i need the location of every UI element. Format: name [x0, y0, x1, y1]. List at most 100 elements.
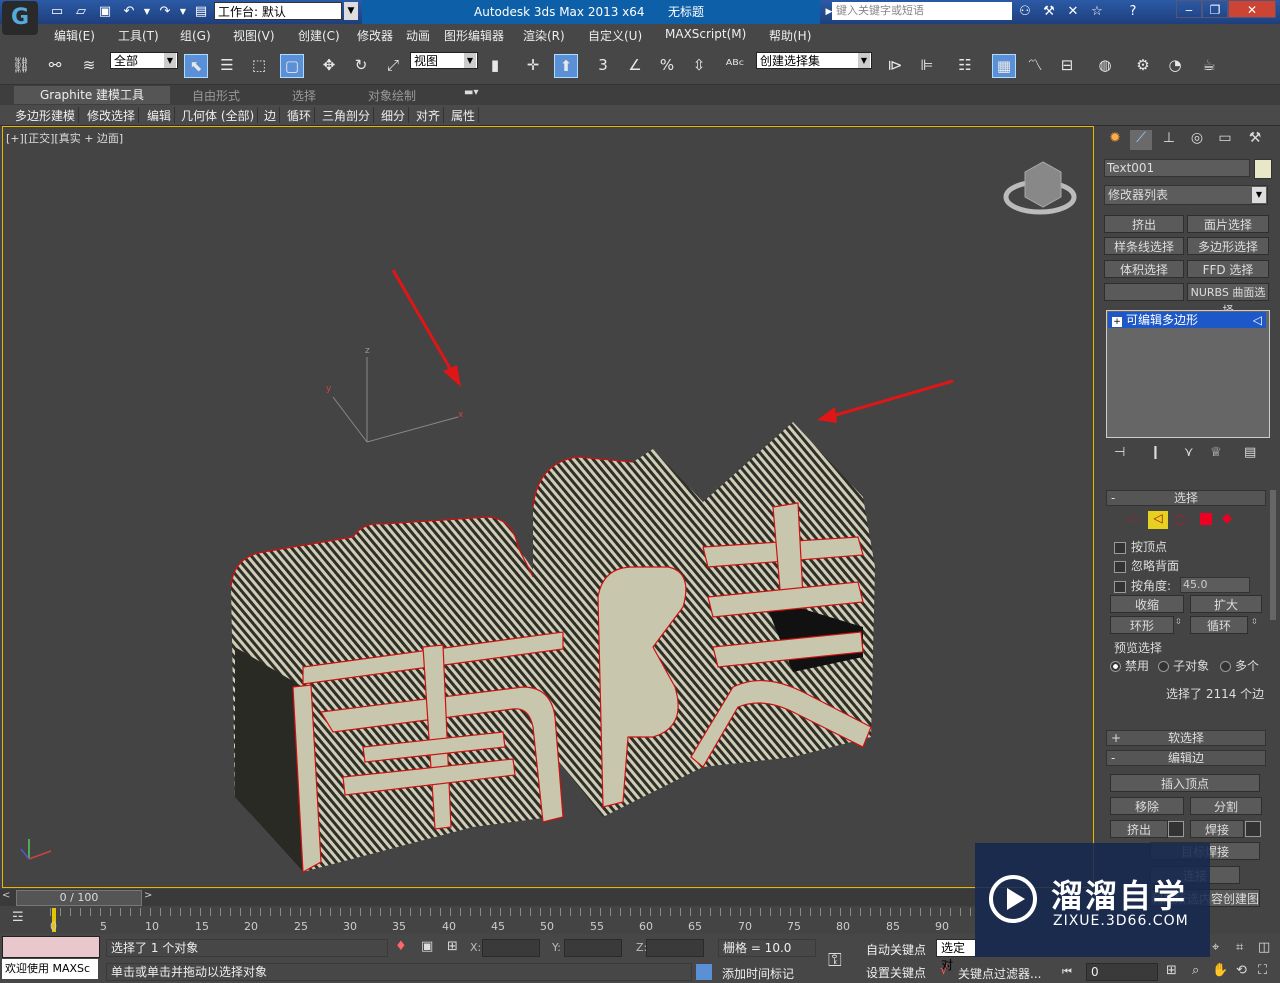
communication-icon[interactable]: ✕ — [1064, 3, 1082, 21]
tab-freeform[interactable]: 自由形式 — [192, 87, 240, 104]
undo-icon[interactable]: ↶ — [120, 3, 138, 21]
prev-frame-icon[interactable]: ⏮ — [1062, 965, 1072, 979]
curve-editor-icon[interactable]: 〽 — [1024, 54, 1046, 76]
set-key-button[interactable]: 设置关键点 — [866, 964, 926, 981]
select-by-name-icon[interactable]: ☰ — [216, 54, 238, 76]
modifier-poly-select-button[interactable]: 多边形选择 — [1187, 237, 1269, 255]
modifier-nurbs-select-button[interactable]: NURBS 曲面选择 — [1187, 283, 1269, 317]
bind-spacewarp-icon[interactable]: ≋ — [78, 54, 100, 76]
show-end-result-icon[interactable]: ❙ — [1150, 445, 1161, 460]
by-vertex-checkbox[interactable]: 按顶点 — [1114, 538, 1167, 555]
split-button[interactable]: 分割 — [1190, 797, 1262, 815]
rendered-frame-icon[interactable]: ◔ — [1164, 54, 1186, 76]
edit-named-sets-icon[interactable]: ᴬᴮᶜ — [724, 54, 746, 76]
redo-icon[interactable]: ↷ — [156, 3, 174, 21]
grow-button[interactable]: 扩大 — [1190, 595, 1262, 613]
hierarchy-tab-icon[interactable]: ⊥ — [1158, 130, 1180, 150]
time-slider[interactable]: < 0 / 100 > — [0, 889, 975, 906]
configure-sets-icon[interactable]: ▤ — [1244, 445, 1256, 460]
search-input[interactable]: 键入关键字或短语 — [832, 2, 1012, 20]
isolate-bulb-icon[interactable]: ♦ — [395, 939, 407, 954]
create-tab-icon[interactable]: ✹ — [1104, 130, 1126, 150]
subscription-icon[interactable]: ⚒ — [1040, 3, 1058, 21]
spinner-snap-icon[interactable]: ⇳ — [688, 54, 710, 76]
ribbon-options-icon[interactable]: ▬▾ — [464, 87, 478, 98]
selection-lock-icon[interactable]: ▣ — [421, 939, 433, 954]
orbit-icon[interactable]: ⟲ — [1236, 963, 1247, 978]
key-mode-select[interactable]: 选定对 — [936, 939, 976, 972]
close-button[interactable]: ✕ — [1228, 0, 1276, 18]
menu-customize[interactable]: 自定义(U) — [588, 27, 642, 44]
link-icon[interactable]: ⛓ — [10, 54, 32, 76]
display-tab-icon[interactable]: ▭ — [1214, 130, 1236, 150]
favorites-star-icon[interactable]: ☆ — [1088, 3, 1106, 21]
selection-rollout-header[interactable]: - 选择 — [1106, 490, 1266, 506]
loop-spinner-icon[interactable]: ⇳ — [1251, 617, 1258, 626]
add-time-tag-text[interactable]: 添加时间标记 — [722, 965, 794, 982]
menu-modifiers[interactable]: 修改器 — [357, 27, 393, 44]
viewcube-icon[interactable] — [1003, 161, 1077, 215]
time-tag-icon[interactable] — [696, 964, 712, 980]
element-mode-icon[interactable]: ◆ — [1222, 511, 1232, 526]
modifier-spline-select-button[interactable]: 样条线选择 — [1104, 237, 1184, 255]
angle-value-input[interactable]: 45.0 — [1180, 577, 1250, 593]
zoom-all-icon[interactable]: ⌗ — [1236, 940, 1243, 955]
border-mode-icon[interactable]: ◌ — [1174, 512, 1185, 527]
panel-scrollbar[interactable] — [1270, 490, 1276, 620]
absolute-mode-icon[interactable]: ⊞ — [447, 939, 458, 954]
menu-edit[interactable]: 编辑(E) — [54, 27, 95, 44]
selection-filter-select[interactable]: 全部 ▼ — [110, 52, 178, 69]
insert-vertex-button[interactable]: 插入顶点 — [1110, 774, 1260, 792]
soft-selection-rollout-header[interactable]: + 软选择 — [1106, 730, 1266, 746]
viewport-pov-label[interactable]: [正交] — [24, 132, 55, 145]
scale-icon[interactable]: ⤢ — [382, 54, 404, 76]
auto-key-button[interactable]: 自动关键点 — [866, 941, 926, 958]
help-icon[interactable]: ? — [1124, 3, 1142, 21]
project-folder-icon[interactable]: ▤ — [192, 3, 210, 21]
zoom-icon[interactable]: ⌕ — [1192, 963, 1199, 978]
open-file-icon[interactable]: ▱ — [72, 3, 90, 21]
viewport-shading-label[interactable]: [真实 + 边面] — [54, 132, 123, 145]
menu-animation[interactable]: 动画 — [406, 27, 430, 44]
preview-subobject-radio[interactable]: 子对象 — [1158, 657, 1209, 674]
tab-graphite-modeling[interactable]: Graphite 建模工具 — [14, 86, 170, 104]
ring-button[interactable]: 环形 — [1110, 616, 1174, 634]
modifier-ffd-select-button[interactable]: FFD 选择 — [1187, 260, 1269, 278]
by-angle-checkbox[interactable]: 按角度: — [1114, 577, 1171, 594]
mirror-icon[interactable]: ⧐ — [884, 54, 906, 76]
unlink-icon[interactable]: ⚯ — [44, 54, 66, 76]
stack-expand-icon[interactable]: + — [1112, 317, 1122, 327]
preview-off-radio[interactable]: 禁用 — [1110, 657, 1149, 674]
shrink-button[interactable]: 收缩 — [1110, 595, 1184, 613]
edge-mode-icon[interactable]: ◁ — [1148, 511, 1168, 529]
subtab-edges[interactable]: 边 — [261, 107, 281, 123]
percent-snap-icon[interactable]: % — [656, 54, 678, 76]
subtab-align[interactable]: 对齐 — [413, 107, 445, 123]
app-logo-icon[interactable]: G — [2, 1, 38, 35]
graphite-toggle-icon[interactable]: ▦ — [992, 54, 1016, 78]
align-icon[interactable]: ⊫ — [916, 54, 938, 76]
menu-tools[interactable]: 工具(T) — [118, 27, 159, 44]
angle-snap-icon[interactable]: ∠ — [624, 54, 646, 76]
menu-group[interactable]: 组(G) — [180, 27, 211, 44]
subtab-properties[interactable]: 属性 — [448, 107, 480, 123]
reference-coord-select[interactable]: 视图 ▼ — [410, 52, 478, 69]
subtab-modify-selection[interactable]: 修改选择 — [84, 107, 140, 123]
menu-rendering[interactable]: 渲染(R) — [523, 27, 565, 44]
menu-help[interactable]: 帮助(H) — [769, 27, 811, 44]
subtab-poly-modeling[interactable]: 多边形建模 — [12, 107, 80, 123]
subtab-edit[interactable]: 编辑 — [144, 107, 176, 123]
menu-graph-editors[interactable]: 图形编辑器 — [444, 27, 504, 44]
time-slider-thumb[interactable]: 0 / 100 — [16, 890, 142, 906]
redo-dropdown-icon[interactable]: ▼ — [174, 3, 192, 21]
modifier-vol-select-button[interactable]: 体积选择 — [1104, 260, 1184, 278]
menu-create[interactable]: 创建(C) — [298, 27, 340, 44]
schematic-view-icon[interactable]: ⊟ — [1056, 54, 1078, 76]
tab-selection[interactable]: 选择 — [292, 87, 316, 104]
menu-maxscript[interactable]: MAXScript(M) — [665, 27, 746, 41]
current-frame-input[interactable]: 0 — [1086, 963, 1158, 981]
maximize-viewport-icon[interactable]: ⛶ — [1258, 963, 1267, 978]
perspective-viewport[interactable]: z x y — [2, 126, 1094, 888]
ignore-backfacing-checkbox[interactable]: 忽略背面 — [1114, 557, 1179, 574]
extrude-button[interactable]: 挤出 — [1110, 820, 1168, 838]
